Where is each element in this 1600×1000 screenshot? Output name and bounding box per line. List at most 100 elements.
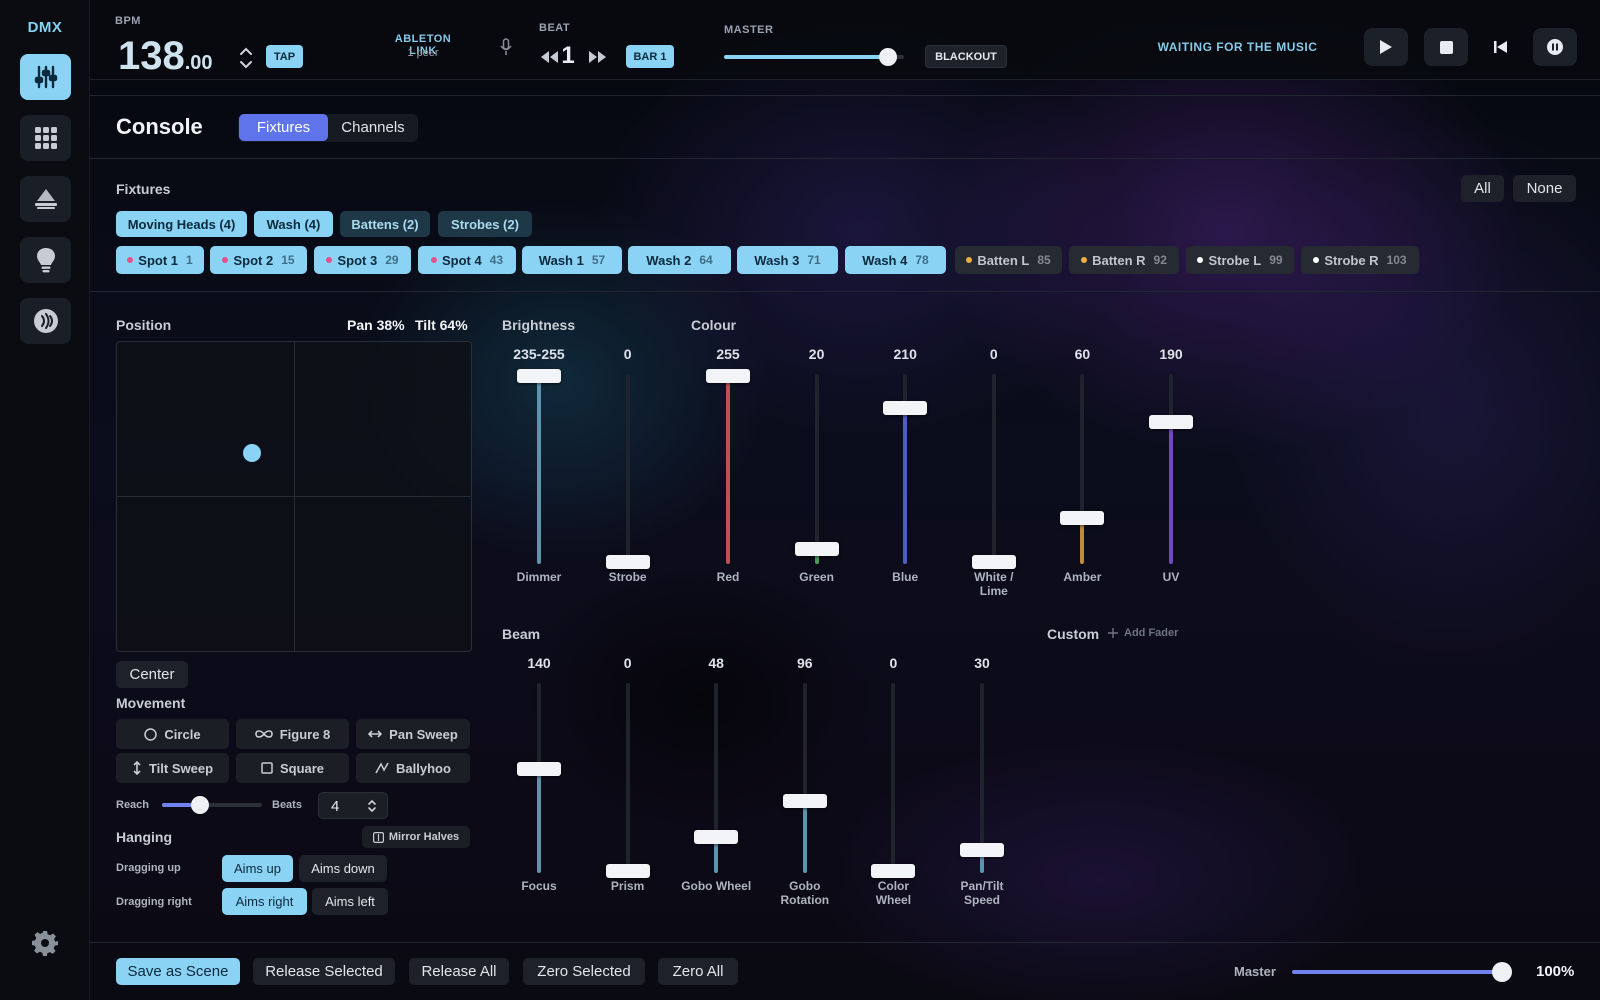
- tab-fixtures[interactable]: Fixtures: [239, 114, 328, 141]
- fader-track[interactable]: [891, 683, 896, 873]
- release-selected-button[interactable]: Release Selected: [253, 958, 395, 985]
- fixtures-nav-button[interactable]: [20, 237, 71, 283]
- position-handle[interactable]: [242, 444, 261, 463]
- fader-knob[interactable]: [517, 369, 561, 383]
- master-slider[interactable]: [724, 48, 904, 66]
- select-none-button[interactable]: None: [1513, 175, 1576, 202]
- audio-nav-button[interactable]: [20, 298, 71, 344]
- fixture-chip-spot-3[interactable]: Spot 3 29: [314, 246, 411, 274]
- fader-knob[interactable]: [782, 793, 827, 808]
- fader-label: White / Lime: [974, 570, 1014, 598]
- square-button[interactable]: Square: [236, 753, 349, 783]
- fixture-chip-spot-2[interactable]: Spot 2 15: [210, 246, 307, 274]
- fixture-chip-wash-2[interactable]: Wash 2 64: [628, 246, 731, 274]
- beat-forward-button[interactable]: [588, 50, 608, 64]
- tap-button[interactable]: TAP: [266, 45, 303, 68]
- fixture-group-3[interactable]: Battens (2): [340, 211, 430, 237]
- select-all-button[interactable]: All: [1461, 175, 1504, 202]
- scenes-nav-button[interactable]: [20, 115, 71, 161]
- figure-8-button[interactable]: Figure 8: [236, 719, 349, 749]
- save-as-scene-button[interactable]: Save as Scene: [116, 958, 240, 985]
- zero-selected-button[interactable]: Zero Selected: [523, 958, 645, 985]
- fader-knob[interactable]: [960, 843, 1004, 858]
- fader-track[interactable]: [814, 374, 819, 564]
- fixture-chip-spot-1[interactable]: Spot 1 1: [116, 246, 204, 274]
- blackout-button[interactable]: BLACKOUT: [925, 45, 1007, 68]
- restart-button[interactable]: [1479, 28, 1523, 66]
- colour-fader-blue[interactable]: 210 Blue: [860, 346, 950, 586]
- fader-knob[interactable]: [706, 369, 750, 383]
- bpm-stepper[interactable]: [238, 45, 254, 71]
- footer-master-slider[interactable]: [1292, 962, 1512, 982]
- pan-sweep-button[interactable]: Pan Sweep: [356, 719, 470, 749]
- fader-value: 96: [797, 655, 813, 671]
- aims-right-button[interactable]: Aims right: [222, 888, 307, 915]
- brightness-fader-strobe[interactable]: 0 Strobe: [583, 346, 673, 586]
- fixture-group-4[interactable]: Strobes (2): [438, 211, 532, 237]
- reach-slider-thumb[interactable]: [191, 796, 209, 814]
- console-nav-button[interactable]: [20, 54, 71, 100]
- fixture-chip-spot-4[interactable]: Spot 4 43: [418, 246, 516, 274]
- fader-track[interactable]: [625, 374, 630, 564]
- mirror-halves-button[interactable]: Mirror Halves: [362, 826, 470, 848]
- beam-fader-focus[interactable]: 140 Focus: [494, 655, 584, 895]
- position-pad[interactable]: [116, 341, 472, 652]
- fixture-chip-batten-l[interactable]: Batten L 85: [955, 246, 1062, 274]
- fader-knob[interactable]: [883, 401, 928, 416]
- fixture-chip-wash-3[interactable]: Wash 3 71: [737, 246, 838, 274]
- beam-fader-gobo-rotation[interactable]: 96 Gobo Rotation: [760, 655, 850, 907]
- fader-track[interactable]: [625, 683, 630, 873]
- fader-knob[interactable]: [1060, 511, 1105, 526]
- footer-master-thumb[interactable]: [1492, 962, 1512, 982]
- fixture-chip-batten-r[interactable]: Batten R 92: [1069, 246, 1179, 274]
- sequence-nav-button[interactable]: [20, 176, 71, 222]
- fader-knob[interactable]: [1149, 414, 1193, 429]
- colour-fader-uv[interactable]: 190 UV: [1126, 346, 1216, 586]
- beam-fader-gobo-wheel[interactable]: 48 Gobo Wheel: [671, 655, 761, 895]
- center-button[interactable]: Center: [116, 661, 188, 688]
- aims-left-button[interactable]: Aims left: [312, 888, 388, 915]
- fader-knob[interactable]: [971, 555, 1016, 569]
- pause-button[interactable]: [1533, 28, 1577, 66]
- fixture-chip-wash-4[interactable]: Wash 4 78: [845, 246, 946, 274]
- beam-fader-prism[interactable]: 0 Prism: [583, 655, 673, 895]
- fader-knob[interactable]: [517, 761, 561, 776]
- master-slider-thumb[interactable]: [878, 48, 897, 66]
- reach-slider[interactable]: [162, 796, 262, 814]
- circle-button[interactable]: Circle: [116, 719, 229, 749]
- fader-knob[interactable]: [871, 864, 916, 878]
- add-fader-button[interactable]: Add Fader: [1108, 627, 1178, 639]
- fixture-group-2[interactable]: Wash (4): [254, 211, 333, 237]
- mic-button[interactable]: [500, 38, 512, 56]
- fader-knob[interactable]: [694, 829, 739, 844]
- play-button[interactable]: [1364, 28, 1408, 66]
- colour-fader-red[interactable]: 255 Red: [683, 346, 773, 586]
- beam-fader-pan-tilt-speed[interactable]: 30 Pan/Tilt Speed: [937, 655, 1027, 907]
- beats-select[interactable]: 4: [318, 792, 388, 819]
- aims-down-button[interactable]: Aims down: [299, 855, 387, 882]
- fixture-chip-strobe-l[interactable]: Strobe L 99: [1186, 246, 1294, 274]
- fixture-chip-wash-1[interactable]: Wash 1 57: [522, 246, 622, 274]
- fader-knob[interactable]: [605, 864, 650, 878]
- fader-knob[interactable]: [794, 541, 839, 556]
- fixture-group-1[interactable]: Moving Heads (4): [116, 211, 247, 237]
- tab-channels[interactable]: Channels: [330, 114, 416, 141]
- beam-fader-color-wheel[interactable]: 0 Color Wheel: [848, 655, 938, 907]
- fixture-chip-strobe-r[interactable]: Strobe R 103: [1301, 246, 1419, 274]
- fader-knob[interactable]: [605, 555, 650, 569]
- aims-up-button[interactable]: Aims up: [222, 855, 293, 882]
- colour-fader-green[interactable]: 20 Green: [772, 346, 862, 586]
- fader-track[interactable]: [991, 374, 996, 564]
- tilt-sweep-button[interactable]: Tilt Sweep: [116, 753, 229, 783]
- colour-fader-white-lime[interactable]: 0 White / Lime: [949, 346, 1039, 598]
- colour-fader-amber[interactable]: 60 Amber: [1037, 346, 1127, 586]
- bpm-value[interactable]: 138.00: [118, 34, 213, 79]
- settings-button[interactable]: [32, 930, 58, 956]
- release-all-button[interactable]: Release All: [409, 958, 509, 985]
- stop-button[interactable]: [1424, 28, 1468, 66]
- bar-indicator[interactable]: BAR 1: [626, 45, 674, 68]
- brightness-fader-dimmer[interactable]: 235-255 Dimmer: [494, 346, 584, 586]
- ballyhoo-button[interactable]: Ballyhoo: [356, 753, 470, 783]
- zero-all-button[interactable]: Zero All: [658, 958, 738, 985]
- beat-back-button[interactable]: [539, 50, 559, 64]
